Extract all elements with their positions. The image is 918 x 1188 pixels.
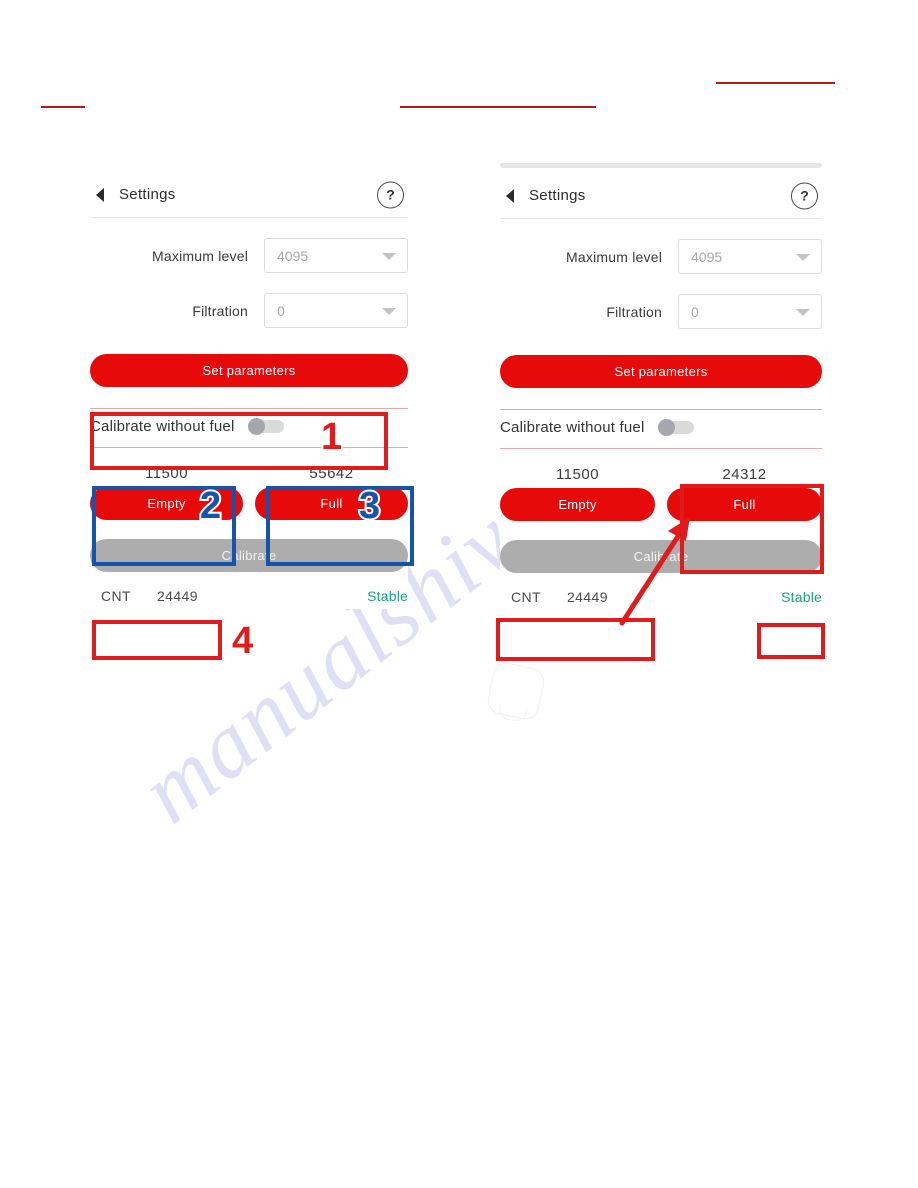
empty-value: 11500: [144, 465, 189, 482]
set-parameters-button[interactable]: Set parameters: [90, 354, 408, 387]
chevron-down-icon: [382, 307, 396, 315]
empty-button[interactable]: Empty: [500, 488, 655, 521]
select-value-maximum-level: 4095: [691, 248, 723, 265]
select-filtration[interactable]: 0: [264, 293, 408, 328]
field-row-filtration: Filtration 0: [500, 294, 822, 329]
redaction-line-1: [41, 106, 85, 108]
select-maximum-level[interactable]: 4095: [264, 238, 408, 273]
watermark-badge-icon: [485, 660, 547, 722]
back-arrow-icon[interactable]: [506, 188, 515, 203]
calibrate-button[interactable]: Calibrate: [500, 540, 822, 573]
help-button[interactable]: ?: [791, 182, 818, 209]
field-label-filtration: Filtration: [606, 303, 662, 320]
full-button[interactable]: Full: [255, 487, 408, 520]
counter-value: 24449: [156, 588, 198, 604]
calibrate-without-fuel-toggle[interactable]: [248, 418, 285, 435]
back-arrow-icon[interactable]: [96, 187, 105, 202]
empty-cell: 11500 Empty: [500, 466, 655, 521]
chevron-down-icon: [382, 252, 396, 260]
calibrate-without-fuel-label: Calibrate without fuel: [500, 418, 645, 436]
select-value-filtration: 0: [691, 303, 699, 320]
empty-cell: 11500 Empty: [90, 465, 243, 520]
status-bar-edge: [500, 163, 822, 168]
status-row: CNT 24449 Stable: [90, 583, 408, 609]
annotation-number-4: 4: [230, 620, 255, 662]
chevron-down-icon: [796, 253, 810, 261]
counter-label: CNT: [101, 588, 131, 604]
page-title: Settings: [119, 186, 176, 203]
full-cell: 24312 Full: [667, 466, 822, 521]
set-parameters-button[interactable]: Set parameters: [500, 355, 822, 388]
field-row-filtration: Filtration 0: [90, 293, 408, 328]
calibrate-without-fuel-row[interactable]: Calibrate without fuel: [90, 409, 408, 443]
select-value-maximum-level: 4095: [277, 247, 309, 264]
field-row-maximum-level: Maximum level 4095: [500, 239, 822, 274]
annotation-box-status-right: [757, 623, 825, 659]
calibrate-without-fuel-label: Calibrate without fuel: [90, 417, 235, 435]
counter-value: 24449: [566, 589, 608, 605]
field-label-filtration: Filtration: [192, 302, 248, 319]
divider-bottom: [500, 448, 822, 449]
app-header-right: Settings ?: [500, 173, 822, 219]
status-row: CNT 24449 Stable: [500, 584, 822, 610]
select-filtration[interactable]: 0: [678, 294, 822, 329]
screenshot-root: manualshive.com Settings ? Maximum level…: [0, 0, 918, 1188]
annotation-box-4: [92, 620, 222, 660]
field-row-maximum-level: Maximum level 4095: [90, 238, 408, 273]
field-label-maximum-level: Maximum level: [152, 247, 248, 264]
counter-label: CNT: [511, 589, 541, 605]
help-button[interactable]: ?: [377, 181, 404, 208]
counter-box: CNT 24449: [500, 584, 619, 610]
annotation-box-counter-right: [496, 618, 655, 661]
page-title: Settings: [529, 187, 586, 204]
calibrate-without-fuel-row[interactable]: Calibrate without fuel: [500, 410, 822, 444]
field-label-maximum-level: Maximum level: [566, 248, 662, 265]
status-badge: Stable: [367, 588, 408, 604]
calibrate-button[interactable]: Calibrate: [90, 539, 408, 572]
full-value: 55642: [309, 465, 354, 482]
redaction-line-2: [400, 106, 596, 108]
select-maximum-level[interactable]: 4095: [678, 239, 822, 274]
settings-screen-right: Settings ? Maximum level 4095 Filtration…: [500, 163, 822, 610]
select-value-filtration: 0: [277, 302, 285, 319]
empty-button[interactable]: Empty: [90, 487, 243, 520]
divider-bottom: [90, 447, 408, 448]
status-badge: Stable: [781, 589, 822, 605]
empty-full-row: 11500 Empty 24312 Full: [500, 466, 822, 521]
app-header-left: Settings ?: [90, 172, 408, 218]
settings-screen-left: Settings ? Maximum level 4095 Filtration…: [90, 172, 408, 609]
calibrate-without-fuel-toggle[interactable]: [658, 419, 695, 436]
full-button[interactable]: Full: [667, 488, 822, 521]
chevron-down-icon: [796, 308, 810, 316]
counter-box: CNT 24449: [90, 583, 209, 609]
redaction-line-3: [716, 82, 835, 84]
empty-full-row: 11500 Empty 55642 Full: [90, 465, 408, 520]
full-value: 24312: [722, 466, 767, 483]
empty-value: 11500: [555, 466, 600, 483]
full-cell: 55642 Full: [255, 465, 408, 520]
